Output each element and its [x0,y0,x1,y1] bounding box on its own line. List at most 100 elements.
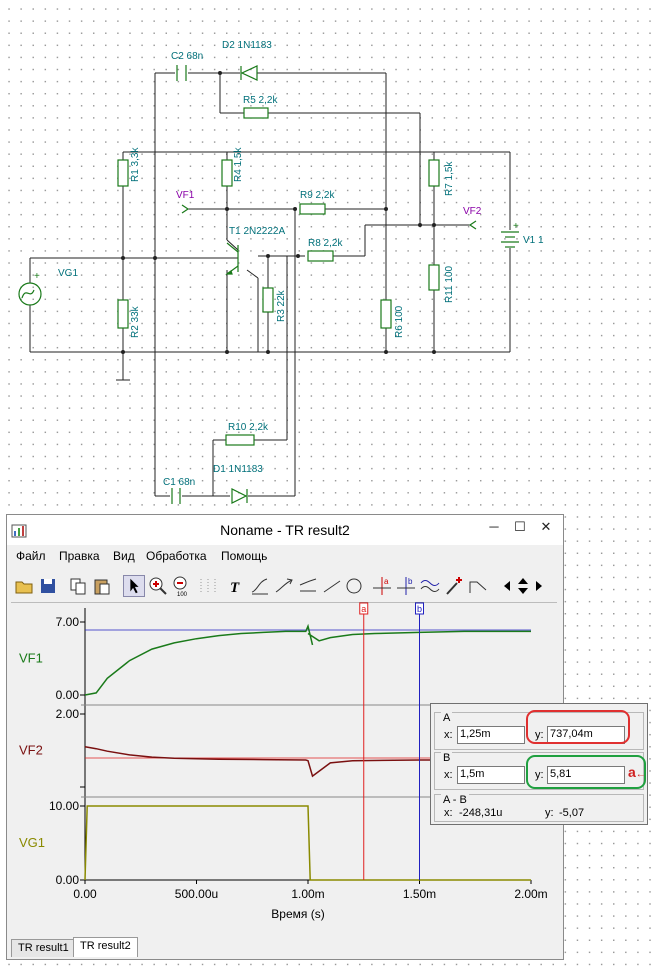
label-v1: V1 1 [523,235,544,246]
cursor-a-label: a [361,604,366,614]
signal-name-vf2: VF2 [19,743,43,758]
x-tick-label: 500.00u [175,887,218,901]
label-r5: R5 2,2k [243,95,278,106]
svg-text:+: + [34,271,40,282]
y-min-label-vf1: 0.00 [56,688,80,702]
capacitors [171,65,187,504]
cursor-b-label: b [417,604,422,614]
tab-tr-result2[interactable]: TR result2 [73,937,138,957]
waveform-icon[interactable] [419,575,441,597]
cursor-readout-panel: A x: 1,25m y: 737,04m B x: 1,5m y: 5,81 … [430,703,648,825]
signal-name-vg1: VG1 [19,835,45,850]
probe-add-icon[interactable] [443,575,465,597]
cursor-diff-x-label: x: [444,807,453,819]
x-axis-label: Время (s) [271,907,324,921]
toolbar: 100 T a b [7,573,563,599]
cursor-diff-group-label: A - B [441,794,469,806]
x-tick-label: 1.00m [291,887,324,901]
cursor-a-group-label: A [441,712,453,724]
menu-file[interactable]: Файл [16,549,46,563]
label-r2: R2 33k [130,305,141,338]
window-title: Noname - TR result2 [220,522,350,538]
resistor-r2[interactable] [117,299,129,329]
cursor-b-icon[interactable]: b [395,575,417,597]
close-button[interactable]: ✕ [533,517,559,537]
menu-bar: Файл Правка Вид Обработка Помощь [7,545,563,567]
resistor-r9[interactable] [299,203,326,215]
zoom-100-icon[interactable]: 100 [171,575,193,597]
circuit-schematic: + + C2 68n D2 1N1183 R5 2,2k R1 3,3k R4 … [18,40,544,504]
cursor-a-icon[interactable]: a [371,575,393,597]
paste-icon[interactable] [91,575,113,597]
resistor-r5[interactable] [243,107,269,119]
tab-tr-result1[interactable]: TR result1 [11,939,76,957]
scroll-updown-icon[interactable] [515,575,531,597]
menu-view[interactable]: Вид [113,549,135,563]
label-tool-icon[interactable] [297,575,319,597]
cursor-b-x-field[interactable]: 1,5m [457,766,525,784]
label-r11: R11 100 [444,265,455,303]
scroll-left-icon[interactable] [501,575,513,597]
resistor-r8[interactable] [307,250,334,262]
text-tool-icon[interactable]: T [225,575,247,597]
resistor-r10[interactable] [225,434,255,446]
svg-text:T: T [230,580,240,596]
annotation-tool-icon[interactable] [249,575,271,597]
menu-process[interactable]: Обработка [146,549,207,563]
label-r10: R10 2,2k [228,422,269,433]
cursor-b-x-label: x: [444,769,453,781]
cursor-diff-group: A - B x: -248,31u y: -5,07 [434,794,644,822]
cursor-diff-x-value: -248,31u [459,807,503,819]
cursor-a-x-label: x: [444,729,453,741]
maximize-icon: ☐ [514,519,526,534]
zoom-in-icon[interactable] [147,575,169,597]
series-line-vf1 [84,623,531,696]
minimize-button[interactable]: ─ [481,517,507,537]
window-titlebar[interactable]: Noname - TR result2 ─ ☐ ✕ [7,515,563,545]
label-r8: R8 2,2k [308,238,343,249]
y-max-label-vf2: 2.00 [56,707,80,721]
x-tick-label: 1.50m [403,887,436,901]
resistor-r4[interactable] [221,159,233,187]
resistor-r1[interactable] [117,159,129,187]
copy-icon[interactable] [67,575,89,597]
label-d2: D2 1N1183 [222,40,272,51]
resistor-r6[interactable] [380,299,392,329]
open-folder-icon[interactable] [13,575,35,597]
svg-text:a: a [384,577,389,586]
cursor-diff-y-value: -5,07 [559,807,585,819]
resistor-r11[interactable] [428,264,440,291]
resistor-r7[interactable] [428,159,440,187]
cursor-a-x-field[interactable]: 1,25m [457,726,525,744]
circle-tool-icon[interactable] [343,575,365,597]
cursor-b-group-label: B [441,752,453,764]
label-t1: T1 2N2222A [229,226,285,237]
label-r9: R9 2,2k [300,190,335,201]
menu-edit[interactable]: Правка [59,549,100,563]
label-r7: R7 1,5k [444,161,455,196]
resistor-r3[interactable] [262,287,274,313]
pointer-tool-icon[interactable] [123,575,145,597]
maximize-button[interactable]: ☐ [507,517,533,537]
x-tick-label: 2.00m [514,887,547,901]
minimize-icon: ─ [489,519,499,534]
curve-annotation-icon[interactable] [273,575,295,597]
result-tabs: TR result1 TR result2 [7,937,563,961]
label-vg1: VG1 [58,268,78,279]
resistor-bodies [117,107,440,446]
scroll-right-icon[interactable] [533,575,545,597]
line-tool-icon[interactable] [321,575,343,597]
menu-help[interactable]: Помощь [221,549,267,563]
highlight-ring-a [526,710,630,744]
label-r3: R3 22k [276,289,287,322]
svg-text:+: + [513,221,519,232]
component-labels: C2 68n D2 1N1183 R5 2,2k R1 3,3k R4 1,5k… [58,40,544,488]
label-r4: R4 1,5k [233,147,244,182]
save-icon[interactable] [37,575,59,597]
step-icon[interactable] [467,575,489,597]
x-tick-label: 0.00 [73,887,97,901]
grid-toggle-icon[interactable] [197,575,219,597]
label-r6: R6 100 [394,305,405,338]
svg-text:100: 100 [177,592,188,597]
label-probe-vf2: VF2 [463,206,482,217]
